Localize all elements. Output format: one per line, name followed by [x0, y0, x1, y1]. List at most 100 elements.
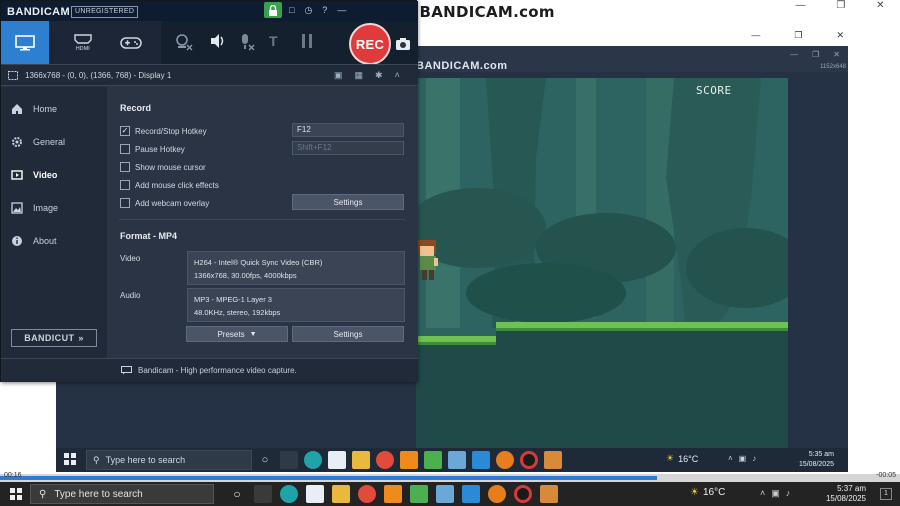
volume-icon[interactable]: ♪ [752, 454, 756, 463]
grid-app-icon[interactable] [424, 451, 442, 469]
minimize-icon[interactable]: — [790, 50, 798, 59]
bandicam-rec-icon[interactable] [514, 485, 532, 503]
close-icon[interactable]: ✕ [833, 50, 840, 59]
image-icon[interactable]: ▦ [355, 70, 364, 81]
format-settings-button[interactable]: Settings [292, 326, 404, 342]
bandicut-button[interactable]: BANDICUT » [11, 329, 97, 347]
vscode-icon[interactable] [472, 451, 490, 469]
audio-format-box[interactable]: MP3 - MPEG-1 Layer 3 48.0KHz, stereo, 19… [187, 288, 405, 322]
outer-search-box[interactable]: ⚲ Type here to search [30, 484, 214, 504]
speaker-icon[interactable] [209, 33, 227, 49]
video-camera-icon[interactable]: ▣ [334, 70, 343, 81]
close-icon[interactable]: ✕ [876, 0, 884, 14]
broadcast-icon[interactable]: ✱ [375, 70, 383, 81]
vscode-icon[interactable] [462, 485, 480, 503]
windows-start-icon[interactable] [64, 453, 76, 465]
sidebar-item-video[interactable]: Video [11, 169, 57, 181]
folder-icon[interactable] [332, 485, 350, 503]
edge-icon[interactable] [304, 451, 322, 469]
close-icon[interactable]: ✕ [836, 30, 844, 41]
hotkey-row[interactable]: ✓ Record/Stop Hotkey [120, 126, 207, 136]
click-effects-row[interactable]: Add mouse click effects [120, 180, 219, 190]
home-icon [12, 104, 22, 114]
folder-icon[interactable]: □ [289, 5, 294, 16]
click-effects-checkbox[interactable] [120, 180, 130, 190]
hdmi-mode-button[interactable]: HDMI [59, 21, 107, 64]
chrome-icon[interactable] [376, 451, 394, 469]
video-params: 1366x768, 30.00fps, 4000kbps [194, 271, 297, 280]
outer-clock[interactable]: 5:37 am 15/08/2025 [820, 484, 866, 504]
task-view-icon[interactable]: ○ [256, 451, 274, 469]
bandicam-window: BANDICAM UNREGISTERED □ ◷ ? — HDMI T REC… [0, 0, 418, 382]
bandicam-rec-icon[interactable] [520, 451, 538, 469]
restore-icon[interactable]: ❐ [794, 30, 802, 41]
video-format-box[interactable]: H264 - Intel® Quick Sync Video (CBR) 136… [187, 251, 405, 285]
vlc-icon[interactable] [400, 451, 418, 469]
microphone-off-icon[interactable] [237, 33, 255, 51]
volume-icon[interactable]: ♪ [786, 488, 791, 499]
sidebar-item-home[interactable]: Home [11, 103, 57, 115]
network-icon[interactable]: ▣ [739, 454, 747, 463]
minimize-icon[interactable]: — [337, 5, 346, 16]
sidebar-item-image[interactable]: Image [11, 202, 58, 214]
lock-icon[interactable] [264, 2, 282, 18]
windows-start-icon[interactable] [10, 488, 22, 500]
sidebar-item-general[interactable]: General [11, 136, 65, 148]
restore-icon[interactable]: ❐ [836, 0, 845, 14]
outer-weather[interactable]: ☀ 16°C [690, 487, 725, 498]
widgets-icon[interactable] [254, 485, 272, 503]
webcam-overlay-checkbox[interactable] [120, 198, 130, 208]
text-overlay-icon[interactable]: T [269, 33, 278, 49]
inner-clock[interactable]: 5:35 am 15/08/2025 [774, 450, 834, 470]
mouse-cursor-row[interactable]: Show mouse cursor [120, 162, 206, 172]
record-settings-button[interactable]: Settings [292, 194, 404, 210]
chevron-up-icon[interactable]: ˄ [760, 488, 765, 499]
status-bar: Bandicam - High performance video captur… [1, 358, 418, 382]
webcam-off-icon[interactable] [173, 33, 193, 51]
presets-button[interactable]: Presets ▼ [186, 326, 288, 342]
pause-icon[interactable] [301, 33, 313, 49]
chat-icon [121, 366, 132, 375]
pause-hotkey-field[interactable]: Shift+F12 [292, 141, 404, 155]
minimize-icon[interactable]: — [795, 0, 805, 14]
mouse-cursor-checkbox[interactable] [120, 162, 130, 172]
rec-button[interactable]: REC [349, 23, 391, 65]
pause-row[interactable]: Pause Hotkey [120, 144, 185, 154]
folder-icon[interactable] [352, 451, 370, 469]
hdmi-icon [74, 34, 92, 44]
widgets-icon[interactable] [280, 451, 298, 469]
camera-screenshot-icon[interactable] [395, 37, 411, 51]
clock-icon[interactable]: ◷ [304, 5, 312, 16]
notification-icon[interactable]: 1 [880, 488, 892, 500]
mail-icon[interactable] [328, 451, 346, 469]
chevron-up-icon[interactable]: ˄ [395, 70, 400, 81]
chrome-icon[interactable] [358, 485, 376, 503]
inner-search-box[interactable]: ⚲ Type here to search [86, 450, 252, 470]
paint-icon[interactable] [448, 451, 466, 469]
sidebar-item-about[interactable]: About [11, 235, 57, 247]
inner-toolbar-controls: — ❐ ✕ [790, 50, 840, 59]
game-canvas[interactable] [416, 78, 788, 470]
grid-app-icon[interactable] [410, 485, 428, 503]
chevron-up-icon[interactable]: ˄ [728, 454, 733, 463]
blender-icon[interactable] [496, 451, 514, 469]
game-mode-button[interactable] [107, 21, 155, 64]
game-app-icon[interactable] [544, 451, 562, 469]
paint-icon[interactable] [436, 485, 454, 503]
inner-weather[interactable]: ☀ 16°C [666, 453, 698, 464]
vlc-icon[interactable] [384, 485, 402, 503]
restore-icon[interactable]: ❐ [812, 50, 819, 59]
hotkey-field[interactable]: F12 [292, 123, 404, 137]
game-app-icon[interactable] [540, 485, 558, 503]
blender-icon[interactable] [488, 485, 506, 503]
task-view-icon[interactable]: ○ [228, 485, 246, 503]
network-icon[interactable]: ▣ [771, 488, 780, 499]
edge-icon[interactable] [280, 485, 298, 503]
hotkey-checkbox[interactable]: ✓ [120, 126, 130, 136]
webcam-overlay-row[interactable]: Add webcam overlay [120, 198, 209, 208]
pause-checkbox[interactable] [120, 144, 130, 154]
mail-icon[interactable] [306, 485, 324, 503]
minimize-icon[interactable]: — [751, 30, 760, 41]
screen-mode-button[interactable] [1, 21, 49, 64]
help-icon[interactable]: ? [322, 5, 327, 16]
